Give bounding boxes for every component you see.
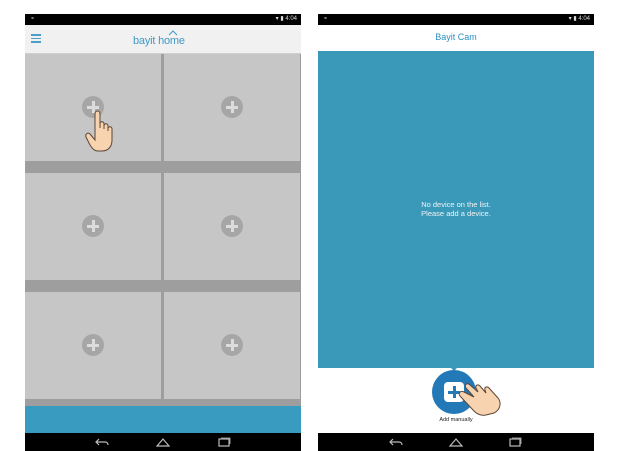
add-camera-tile-6[interactable]: [164, 292, 300, 399]
add-camera-tile-4[interactable]: [164, 173, 300, 280]
add-camera-tile-5[interactable]: [25, 292, 161, 399]
plus-circle-icon[interactable]: [221, 96, 243, 118]
title-bar: Bayit Cam: [318, 25, 594, 51]
plus-circle-icon[interactable]: [82, 334, 104, 356]
add-manually-label: Add manually: [439, 417, 473, 423]
plus-circle-icon[interactable]: [221, 334, 243, 356]
back-icon[interactable]: [389, 436, 403, 448]
camera-grid: [25, 54, 301, 406]
plus-circle-icon[interactable]: [221, 215, 243, 237]
android-nav-bar: [318, 433, 594, 451]
page-title: Bayit Cam: [435, 32, 477, 42]
plus-circle-icon[interactable]: [82, 215, 104, 237]
home-screen: ⚬ ▾ ▮ 4:04 bayit home: [25, 14, 301, 451]
empty-message-line-1: No device on the list.: [421, 200, 491, 209]
tap-hand-icon: [85, 110, 113, 152]
bottom-bar: [25, 406, 301, 433]
menu-icon[interactable]: [31, 34, 41, 43]
device-list-panel: No device on the list. Please add a devi…: [318, 51, 594, 368]
notification-dot-icon: ⚬: [30, 16, 36, 22]
recents-icon[interactable]: [508, 436, 522, 448]
app-header: bayit home: [25, 25, 301, 54]
add-camera-tile-2[interactable]: [164, 54, 300, 161]
bayit-cam-screen: ⚬ ▾ ▮ 4:04 Bayit Cam No device on the li…: [318, 14, 594, 451]
status-bar: ⚬ ▾ ▮ 4:04: [318, 14, 594, 25]
home-icon[interactable]: [156, 436, 170, 448]
empty-message-line-2: Please add a device.: [421, 209, 491, 218]
add-camera-tile-3[interactable]: [25, 173, 161, 280]
status-indicators: ▾ ▮ 4:04: [275, 16, 297, 22]
app-logo: bayit home: [133, 30, 195, 49]
home-icon[interactable]: [449, 436, 463, 448]
android-nav-bar: [25, 433, 301, 451]
back-icon[interactable]: [95, 436, 109, 448]
status-indicators: ▾ ▮ 4:04: [568, 16, 590, 22]
house-roof-icon: [168, 30, 178, 36]
recents-icon[interactable]: [217, 436, 231, 448]
notification-dot-icon: ⚬: [323, 16, 329, 22]
status-bar: ⚬ ▾ ▮ 4:04: [25, 14, 301, 25]
tap-hand-icon: [458, 383, 501, 416]
